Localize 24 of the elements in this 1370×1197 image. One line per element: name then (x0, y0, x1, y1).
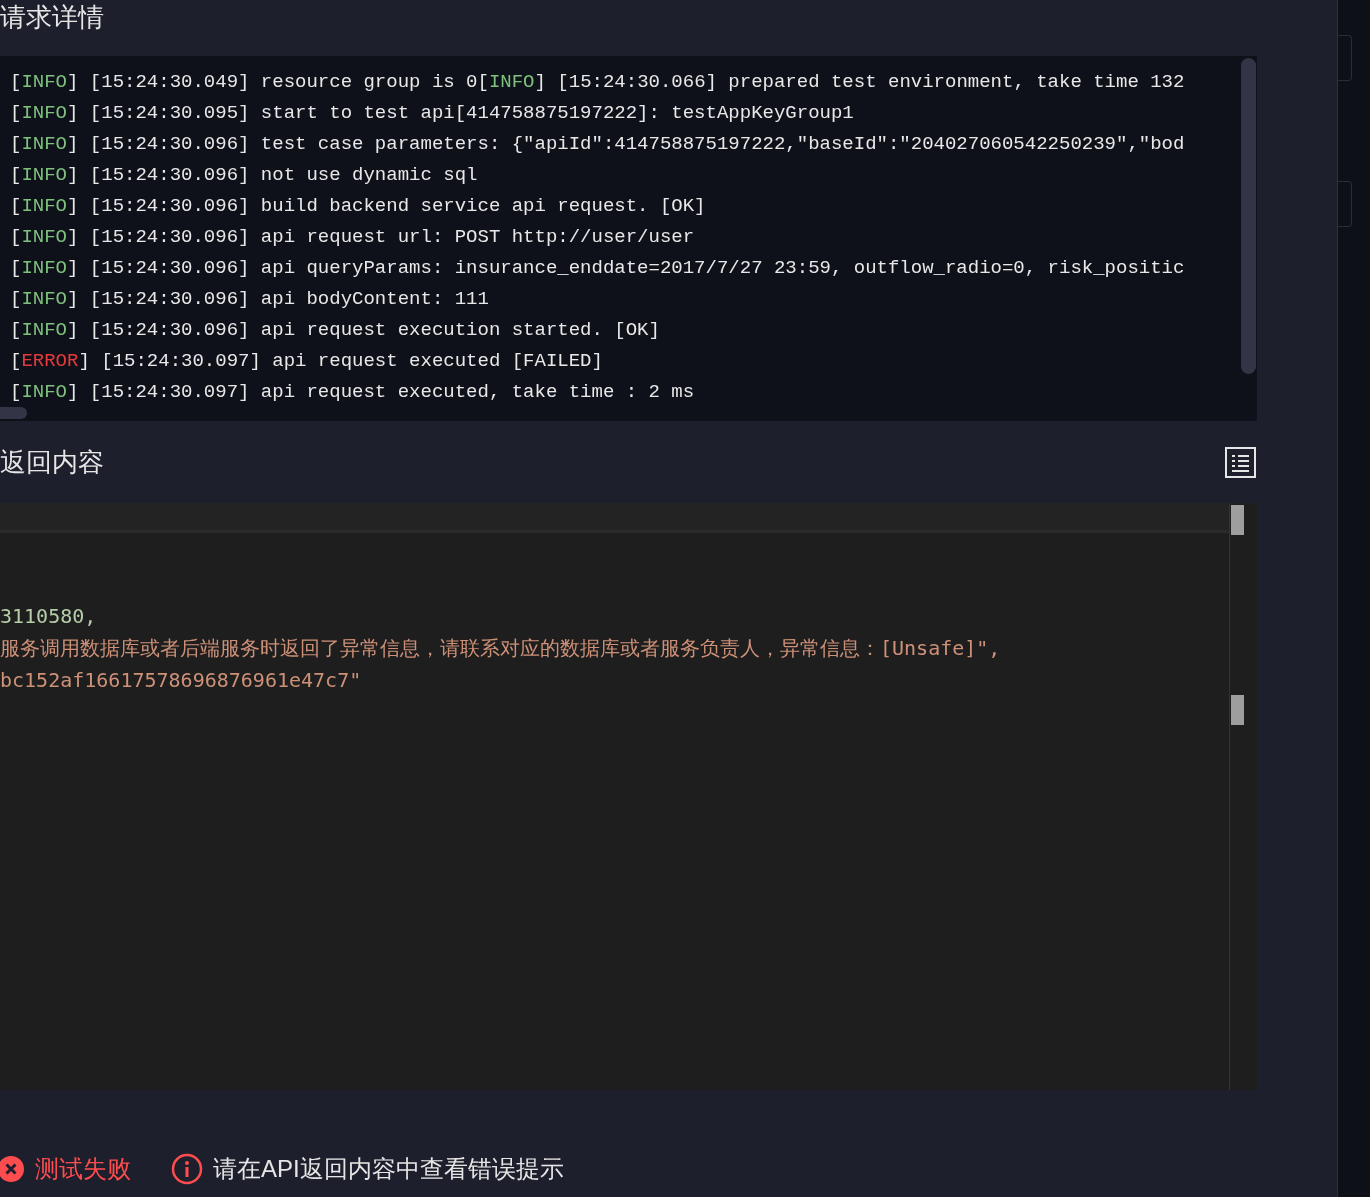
log-line: [INFO] [15:24:30.096] api queryParams: insurance_enddate=2017/7/27 23:59, outflow_radio=0, risk_positic (10, 256, 1185, 281)
code-line: 服务调用数据库或者后端服务时返回了异常信息，请联系对应的数据库或者服务负责人，异常信息：[Unsafe]", (0, 635, 1001, 662)
log-line: [INFO] [15:24:30.097] api request executed, take time : 2 ms (10, 380, 695, 405)
scrollbar-thumb[interactable] (0, 407, 27, 419)
log-line: [INFO] [15:24:30.096] test case parameters: {"apiId":414758875197222,"baseId":"204027060542250239","bod (10, 132, 1185, 157)
scrollbar-thumb[interactable] (1241, 58, 1256, 374)
log-line: [INFO] [15:24:30.096] not use dynamic sql (10, 163, 478, 188)
log-line: [INFO] [15:24:30.095] start to test api[414758875197222]: testAppKeyGroup1 (10, 101, 854, 126)
log-line: [ERROR] [15:24:30.097] api request executed [FAILED] (10, 349, 603, 374)
log-line: [INFO] [15:24:30.096] build backend service api request. [OK] (10, 194, 706, 219)
code-line: 3110580, (0, 603, 97, 630)
error-hint: 请在API返回内容中查看错误提示 (213, 1154, 564, 1184)
log-line: [INFO] [15:24:30.096] api bodyContent: 111 (10, 287, 489, 312)
test-result: 测试失败 (35, 1154, 131, 1184)
scrollbar-thumb[interactable] (1231, 695, 1244, 725)
list-icon[interactable] (1225, 446, 1256, 478)
log-line: [INFO] [15:24:30.049] resource group is 0[INFO] [15:24:30.066] prepared test environment, take time 132 (10, 70, 1185, 95)
code-line: bc152af16617578696876961e47c7" (0, 667, 362, 694)
scrollbar-thumb[interactable] (1231, 505, 1244, 535)
info-icon (171, 1153, 203, 1185)
log-line: [INFO] [15:24:30.096] api request execution started. [OK] (10, 318, 660, 343)
log-line: [INFO] [15:24:30.096] api request url: POST http://user/user (10, 225, 695, 250)
section-title: 返回内容 (0, 445, 104, 479)
section-title: 请求详情 (0, 1, 105, 34)
